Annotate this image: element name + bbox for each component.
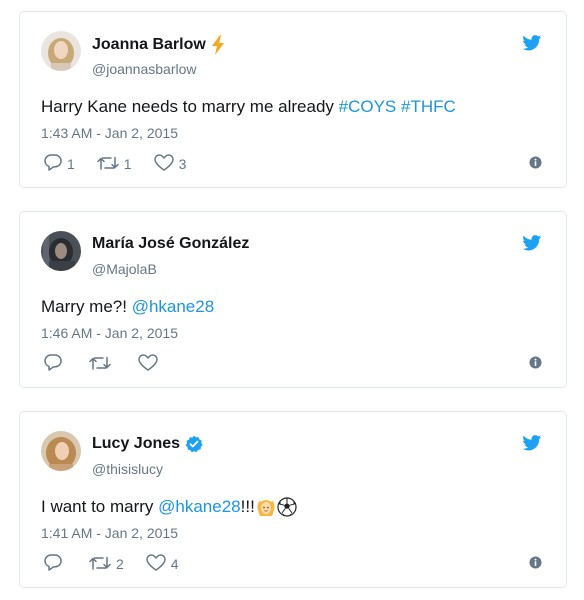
tweet-text-plain: Harry Kane needs to marry me already (41, 97, 339, 116)
retweet-icon (97, 155, 119, 174)
reply-button[interactable] (44, 554, 67, 574)
tweet-card[interactable]: Joanna Barlow @joannasbarlow Harry Kane … (19, 11, 567, 188)
reply-icon (44, 154, 62, 174)
tweet-actions: 2 4 (44, 554, 201, 574)
retweet-count: 1 (123, 156, 132, 172)
tweet-timestamp[interactable]: 1:43 AM - Jan 2, 2015 (41, 125, 178, 141)
retweet-button[interactable]: 2 (89, 555, 124, 574)
mention-link[interactable]: @hkane28 (132, 297, 215, 317)
lightning-icon (211, 35, 225, 55)
tweet-timestamp[interactable]: 1:41 AM - Jan 2, 2015 (41, 525, 178, 541)
tweet-text-suffix: !!! (240, 497, 255, 516)
reply-button[interactable]: 1 (44, 154, 75, 174)
tweet-text: I want to marry @hkane28 !!! (41, 497, 297, 517)
display-name[interactable]: Lucy Jones (92, 435, 180, 453)
avatar[interactable] (41, 431, 81, 471)
tweet-card[interactable]: Lucy Jones @thisislucy I want to marry @… (19, 411, 567, 588)
like-count: 3 (178, 156, 187, 172)
info-icon[interactable] (529, 356, 542, 374)
mention-link[interactable]: @hkane28 (158, 497, 241, 517)
tweet-actions: 1 1 3 (44, 154, 208, 174)
soccer-ball-emoji (277, 497, 297, 517)
reply-count: 1 (67, 156, 75, 172)
avatar[interactable] (41, 31, 81, 71)
retweet-icon (89, 355, 111, 374)
tweet-actions (44, 354, 185, 374)
tweet-text: Marry me?! @hkane28 (41, 297, 214, 317)
twitter-bird-icon[interactable] (522, 235, 542, 256)
user-handle[interactable]: @MajolaB (92, 261, 157, 277)
retweet-icon (89, 555, 111, 574)
hashtag-link[interactable]: #THFC (401, 97, 456, 117)
info-icon[interactable] (529, 556, 542, 574)
tweet-text-plain: Marry me?! (41, 297, 132, 316)
reply-button[interactable] (44, 354, 67, 374)
like-button[interactable]: 4 (146, 554, 179, 574)
info-icon[interactable] (529, 156, 542, 174)
tweet-text: Harry Kane needs to marry me already #CO… (41, 97, 456, 117)
tweet-card[interactable]: María José González @MajolaB Marry me?! … (19, 211, 567, 388)
like-button[interactable]: 3 (153, 154, 187, 174)
hashtag-link[interactable]: #COYS (339, 97, 397, 117)
twitter-bird-icon[interactable] (522, 35, 542, 56)
user-handle[interactable]: @thisislucy (92, 461, 163, 477)
heart-icon (138, 354, 158, 374)
bride-emoji (256, 497, 276, 517)
tweet-feed: Joanna Barlow @joannasbarlow Harry Kane … (0, 0, 584, 600)
tweet-timestamp[interactable]: 1:46 AM - Jan 2, 2015 (41, 325, 178, 341)
user-handle[interactable]: @joannasbarlow (92, 61, 197, 77)
reply-icon (44, 354, 62, 374)
retweet-button[interactable]: 1 (97, 155, 132, 174)
retweet-button[interactable] (89, 355, 116, 374)
retweet-count: 2 (116, 556, 124, 572)
like-button[interactable] (138, 354, 163, 374)
heart-icon (153, 154, 174, 174)
reply-icon (44, 554, 62, 574)
heart-icon (146, 554, 166, 574)
tweet-text-plain: I want to marry (41, 497, 159, 516)
verified-icon (185, 435, 203, 453)
twitter-bird-icon[interactable] (522, 435, 542, 456)
display-name[interactable]: Joanna Barlow (92, 36, 206, 54)
display-name[interactable]: María José González (92, 235, 249, 253)
like-count: 4 (170, 556, 179, 572)
avatar[interactable] (41, 231, 81, 271)
